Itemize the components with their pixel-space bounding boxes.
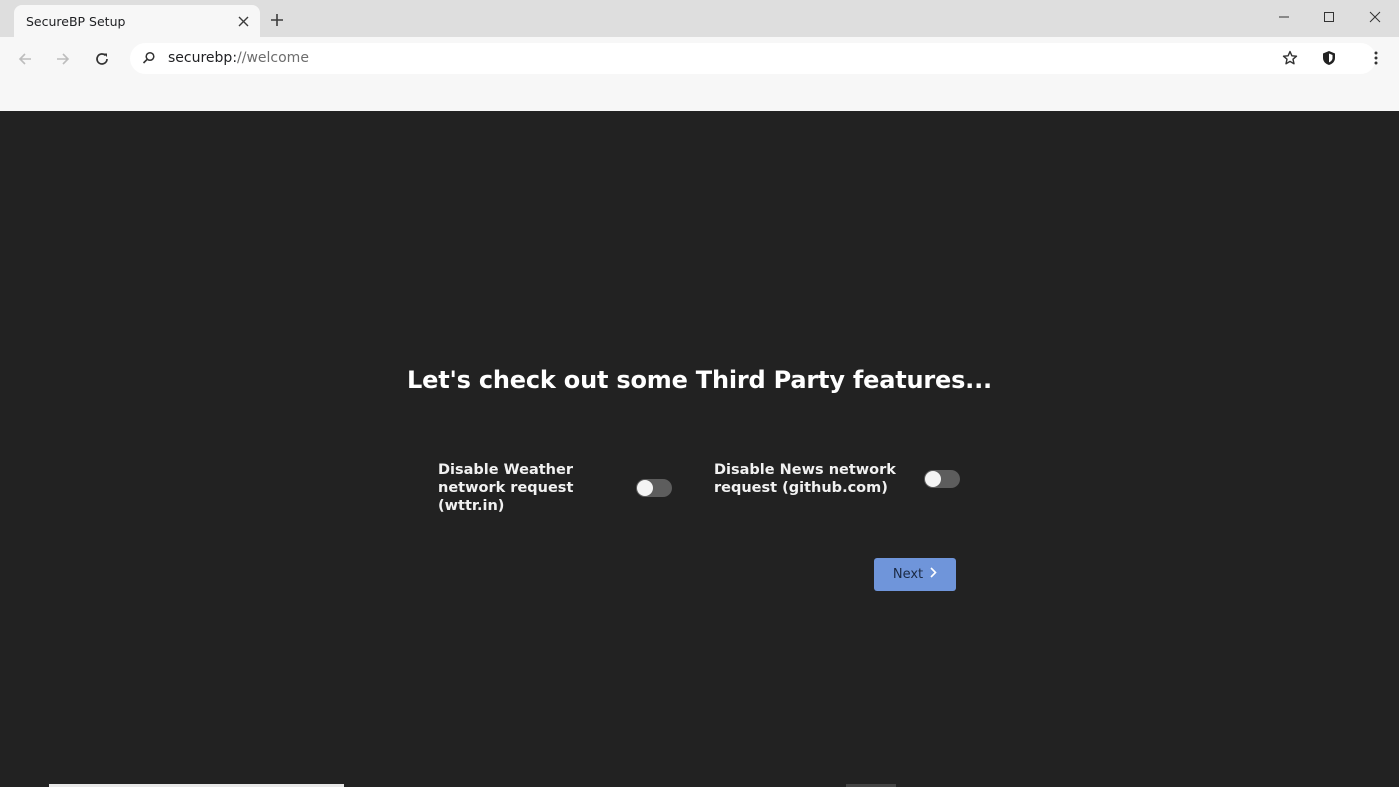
- maximize-icon[interactable]: [1306, 0, 1352, 34]
- toggle-knob: [637, 480, 653, 496]
- url-path: //welcome: [237, 50, 309, 66]
- url-host: securebp:: [168, 50, 238, 66]
- weather-option: Disable Weather network request (wttr.in…: [438, 461, 672, 515]
- page-title: Let's check out some Third Party feature…: [407, 366, 992, 394]
- tab-title: SecureBP Setup: [26, 14, 126, 29]
- back-arrow-icon[interactable]: [11, 45, 39, 73]
- chevron-right-icon: [929, 567, 937, 582]
- weather-option-label: Disable Weather network request (wttr.in…: [438, 462, 574, 514]
- news-option-label: Disable News network request (github.com…: [714, 462, 896, 496]
- shield-icon[interactable]: [1318, 47, 1340, 69]
- weather-toggle[interactable]: [636, 479, 672, 497]
- window-close-icon[interactable]: [1352, 0, 1398, 34]
- news-toggle[interactable]: [924, 470, 960, 488]
- reload-icon[interactable]: [88, 45, 116, 73]
- forward-arrow-icon[interactable]: [49, 45, 77, 73]
- toggle-knob: [925, 471, 941, 487]
- address-bar[interactable]: securebp://welcome: [130, 43, 1376, 74]
- plus-icon[interactable]: [266, 9, 288, 31]
- next-button[interactable]: Next: [874, 558, 956, 591]
- search-icon: [140, 49, 158, 67]
- active-tab[interactable]: SecureBP Setup: [14, 5, 260, 37]
- next-button-label: Next: [892, 567, 924, 582]
- setup-page: Let's check out some Third Party feature…: [0, 111, 1399, 787]
- browser-toolbar: securebp://welcome: [0, 37, 1399, 111]
- minimize-icon[interactable]: [1261, 0, 1307, 34]
- news-option: Disable News network request (github.com…: [714, 461, 960, 497]
- url-text: securebp://welcome: [168, 50, 309, 66]
- close-icon[interactable]: [233, 11, 253, 31]
- star-icon[interactable]: [1280, 48, 1300, 68]
- tab-strip: SecureBP Setup: [0, 0, 1399, 37]
- more-vert-icon[interactable]: [1366, 47, 1386, 69]
